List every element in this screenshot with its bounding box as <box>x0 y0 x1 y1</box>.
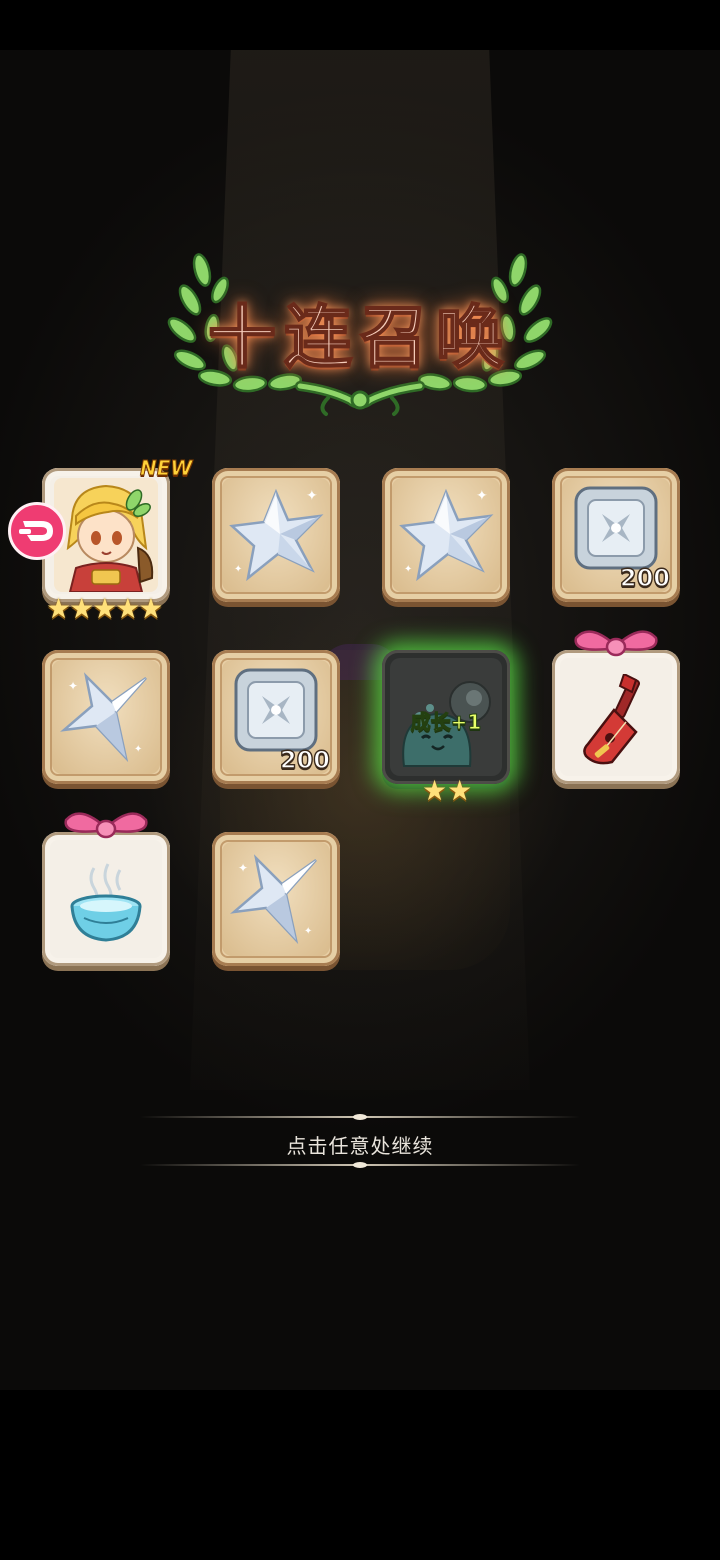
svg-text:✦: ✦ <box>476 488 488 504</box>
svg-text:✦: ✦ <box>304 926 312 937</box>
reward-card-shard-1[interactable]: ✦ ✦ <box>212 468 340 602</box>
red-lute-icon <box>583 674 640 765</box>
reward-card-rune-2[interactable]: 200 <box>212 650 340 784</box>
reward-card-rune-1[interactable]: 200 <box>552 468 680 602</box>
growth-label: 成长+1 <box>410 710 482 735</box>
stone-rune-tile-icon <box>574 486 658 570</box>
page-title: 十连召唤 <box>207 298 512 379</box>
new-badge: NEW <box>139 456 193 481</box>
class-emblem-icon <box>19 521 53 541</box>
svg-text:✦: ✦ <box>238 861 248 875</box>
reward-card-bowl-gift[interactable] <box>42 832 170 966</box>
svg-text:✦: ✦ <box>134 744 142 755</box>
reward-card-star-1[interactable]: ✦ ✦ <box>42 650 170 784</box>
pet-star-rating: ★★ <box>422 774 473 807</box>
reward-card-shard-2[interactable]: ✦ ✦ <box>382 468 510 602</box>
svg-text:✦: ✦ <box>68 679 78 693</box>
stone-rune-tile-icon <box>234 668 318 752</box>
gift-bow-icon <box>574 630 658 657</box>
item-count: 200 <box>279 745 331 774</box>
crystal-star-icon: ✦ ✦ <box>60 672 147 763</box>
continue-prompt[interactable]: 点击任意处继续 <box>140 1114 580 1170</box>
hero-star-rating: ★★★★★ <box>46 592 164 625</box>
svg-text:✦: ✦ <box>234 564 242 575</box>
reward-card-lute-gift[interactable] <box>552 650 680 784</box>
water-bowl-icon <box>70 863 142 942</box>
svg-text:✦: ✦ <box>306 488 318 504</box>
reward-card-star-2[interactable]: ✦ ✦ <box>212 832 340 966</box>
summon-title-banner: 十连召唤 <box>160 250 560 420</box>
continue-text: 点击任意处继续 <box>286 1134 434 1158</box>
crystal-star-shard-icon: ✦ ✦ <box>229 488 324 582</box>
svg-text:✦: ✦ <box>404 564 412 575</box>
divider-ornament <box>353 1114 367 1120</box>
hero-class-badge <box>8 502 66 560</box>
reward-card-pet[interactable]: 成长+1 <box>382 650 510 784</box>
gift-bow-icon <box>64 812 148 839</box>
crystal-star-shard-icon: ✦ ✦ <box>399 488 494 582</box>
hero-portrait-icon <box>54 478 158 592</box>
divider-ornament <box>353 1162 367 1168</box>
crystal-star-icon: ✦ ✦ <box>230 854 317 945</box>
item-count: 200 <box>619 563 671 592</box>
